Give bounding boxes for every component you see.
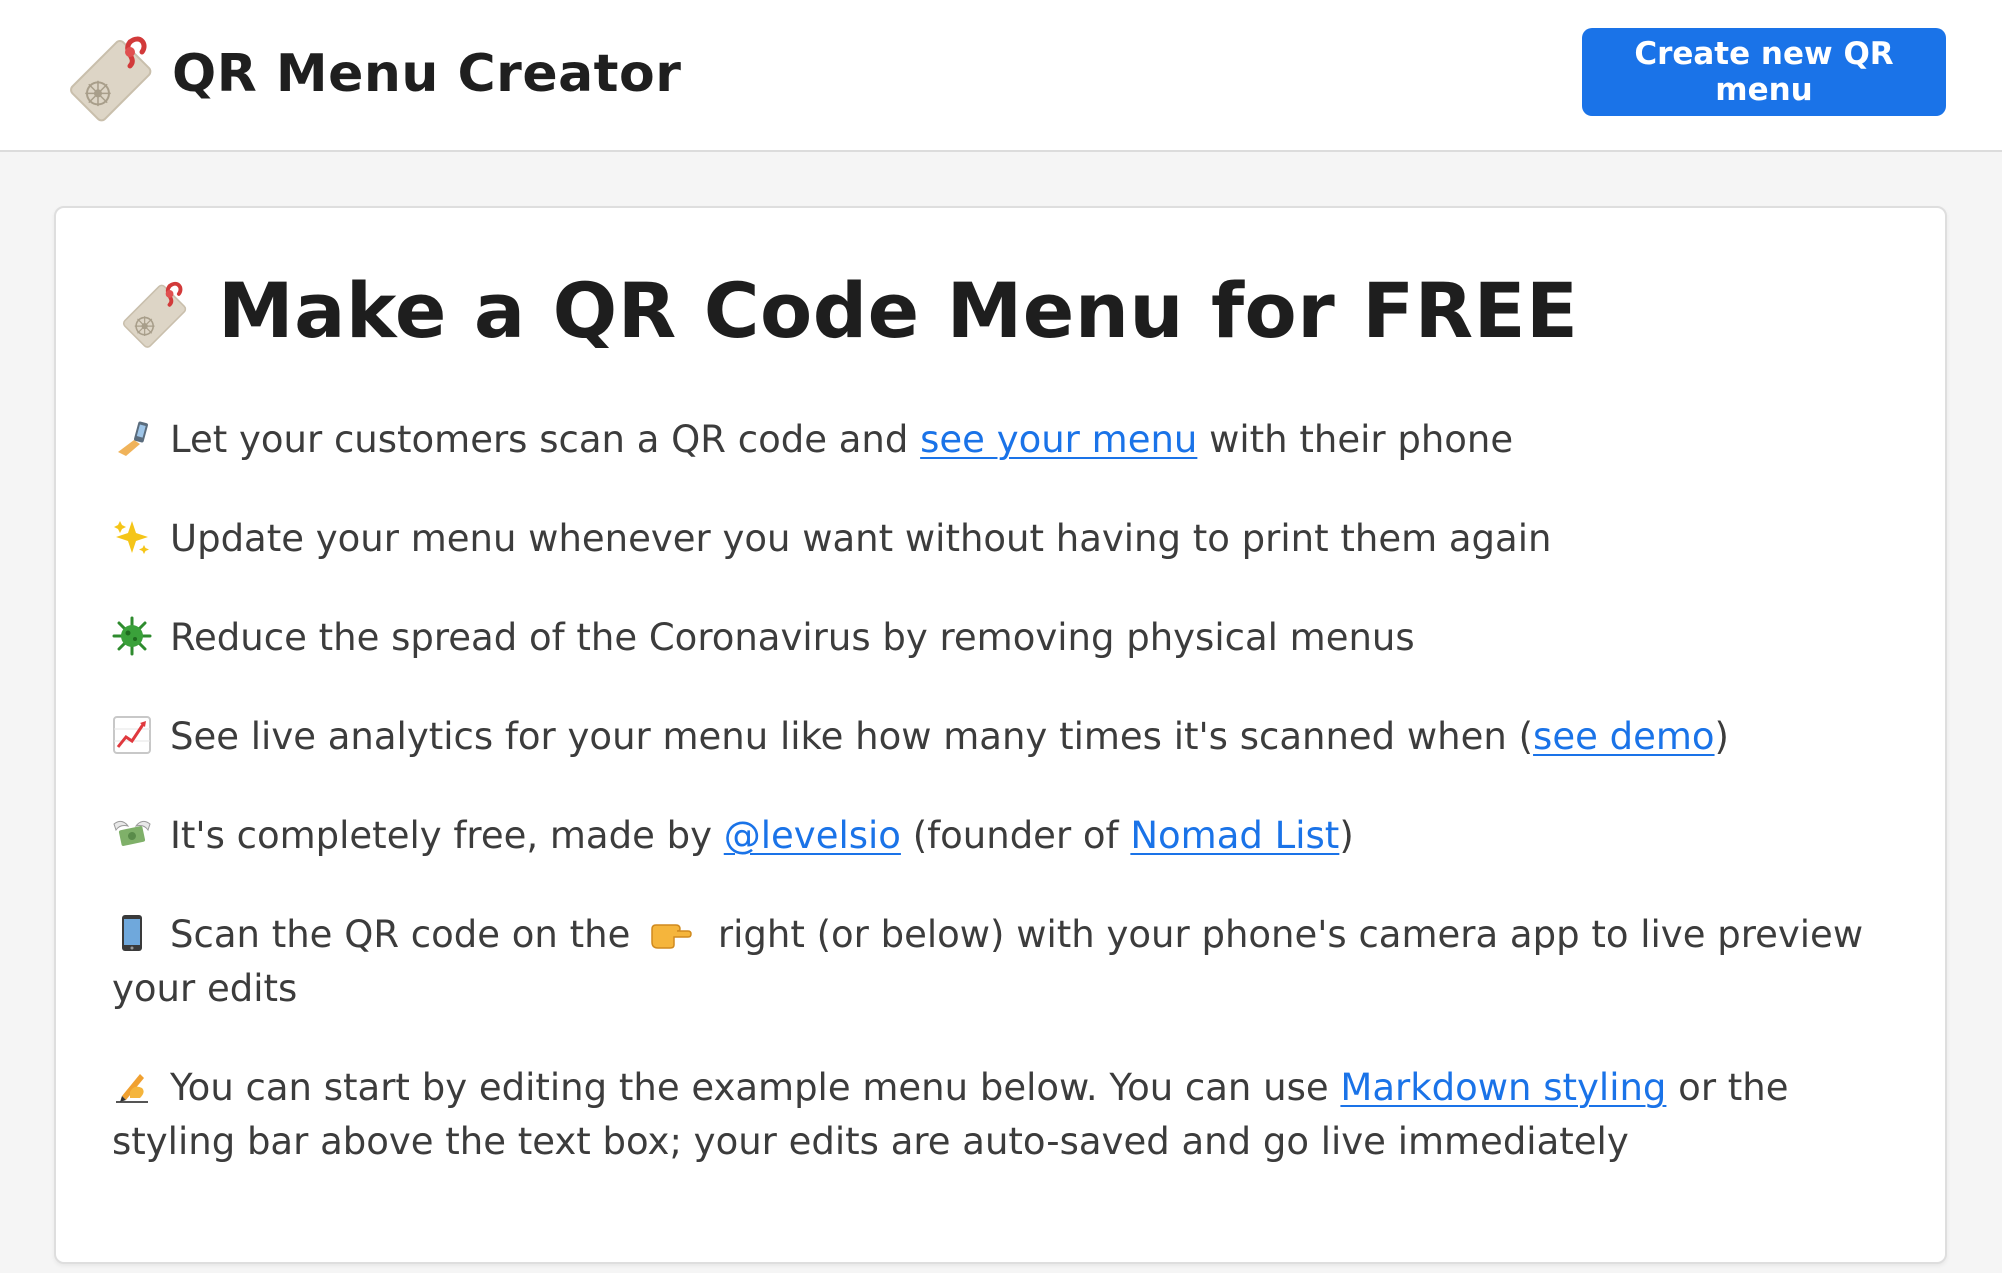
- markdown-styling-link[interactable]: Markdown styling: [1340, 1066, 1666, 1109]
- page-heading: Make a QR Code Menu for FREE: [112, 266, 1578, 355]
- top-bar: QR Menu Creator Create new QR menu: [0, 0, 2002, 152]
- feature-item-analytics: See live analytics for your menu like ho…: [112, 710, 1912, 764]
- feature-text: You can start by editing the example men…: [170, 1066, 1341, 1109]
- feature-item-free: It's completely free, made by @levelsio …: [112, 809, 1912, 863]
- create-new-qr-menu-button[interactable]: Create new QR menu: [1582, 28, 1946, 116]
- feature-text: (founder of: [900, 814, 1131, 857]
- mobile-phone-icon: [122, 915, 142, 951]
- feature-text: It's completely free, made by: [170, 814, 724, 857]
- feature-text: with their phone: [1197, 418, 1514, 461]
- sparkles-icon: [114, 521, 149, 554]
- feature-item-scan-preview: Scan the QR code on the right (or below)…: [112, 908, 1912, 1016]
- nomad-list-link[interactable]: Nomad List: [1130, 814, 1339, 857]
- label-tag-icon: [70, 36, 152, 122]
- app-title: QR Menu Creator: [172, 44, 682, 104]
- see-your-menu-link[interactable]: see your menu: [920, 418, 1197, 461]
- chart-increasing-icon: [113, 716, 151, 754]
- feature-text: Reduce the spread of the Coronavirus by …: [170, 616, 1415, 659]
- see-demo-link[interactable]: see demo: [1533, 715, 1715, 758]
- money-with-wings-icon: [113, 820, 151, 846]
- feature-text: Update your menu whenever you want witho…: [170, 517, 1552, 560]
- feature-text: ): [1339, 814, 1354, 857]
- feature-item-coronavirus: Reduce the spread of the Coronavirus by …: [112, 611, 1912, 665]
- pointing-right-icon: [651, 924, 692, 949]
- label-tag-icon: [122, 281, 187, 348]
- writing-hand-icon: [116, 1074, 148, 1103]
- feature-text: ): [1714, 715, 1729, 758]
- page-title: Make a QR Code Menu for FREE: [218, 266, 1579, 355]
- selfie-icon: [118, 421, 148, 456]
- feature-item-scan: Let your customers scan a QR code and se…: [112, 413, 1912, 467]
- intro-card: Make a QR Code Menu for FREE Let your cu…: [54, 206, 1947, 1264]
- microbe-icon: [112, 616, 152, 656]
- feature-item-update: Update your menu whenever you want witho…: [112, 512, 1912, 566]
- feature-text: Let your customers scan a QR code and: [170, 418, 921, 461]
- levelsio-link[interactable]: @levelsio: [724, 814, 901, 857]
- feature-text: See live analytics for your menu like ho…: [170, 715, 1534, 758]
- feature-item-editing: You can start by editing the example men…: [112, 1061, 1912, 1169]
- brand[interactable]: QR Menu Creator: [56, 22, 681, 126]
- feature-text: Scan the QR code on the: [170, 913, 643, 956]
